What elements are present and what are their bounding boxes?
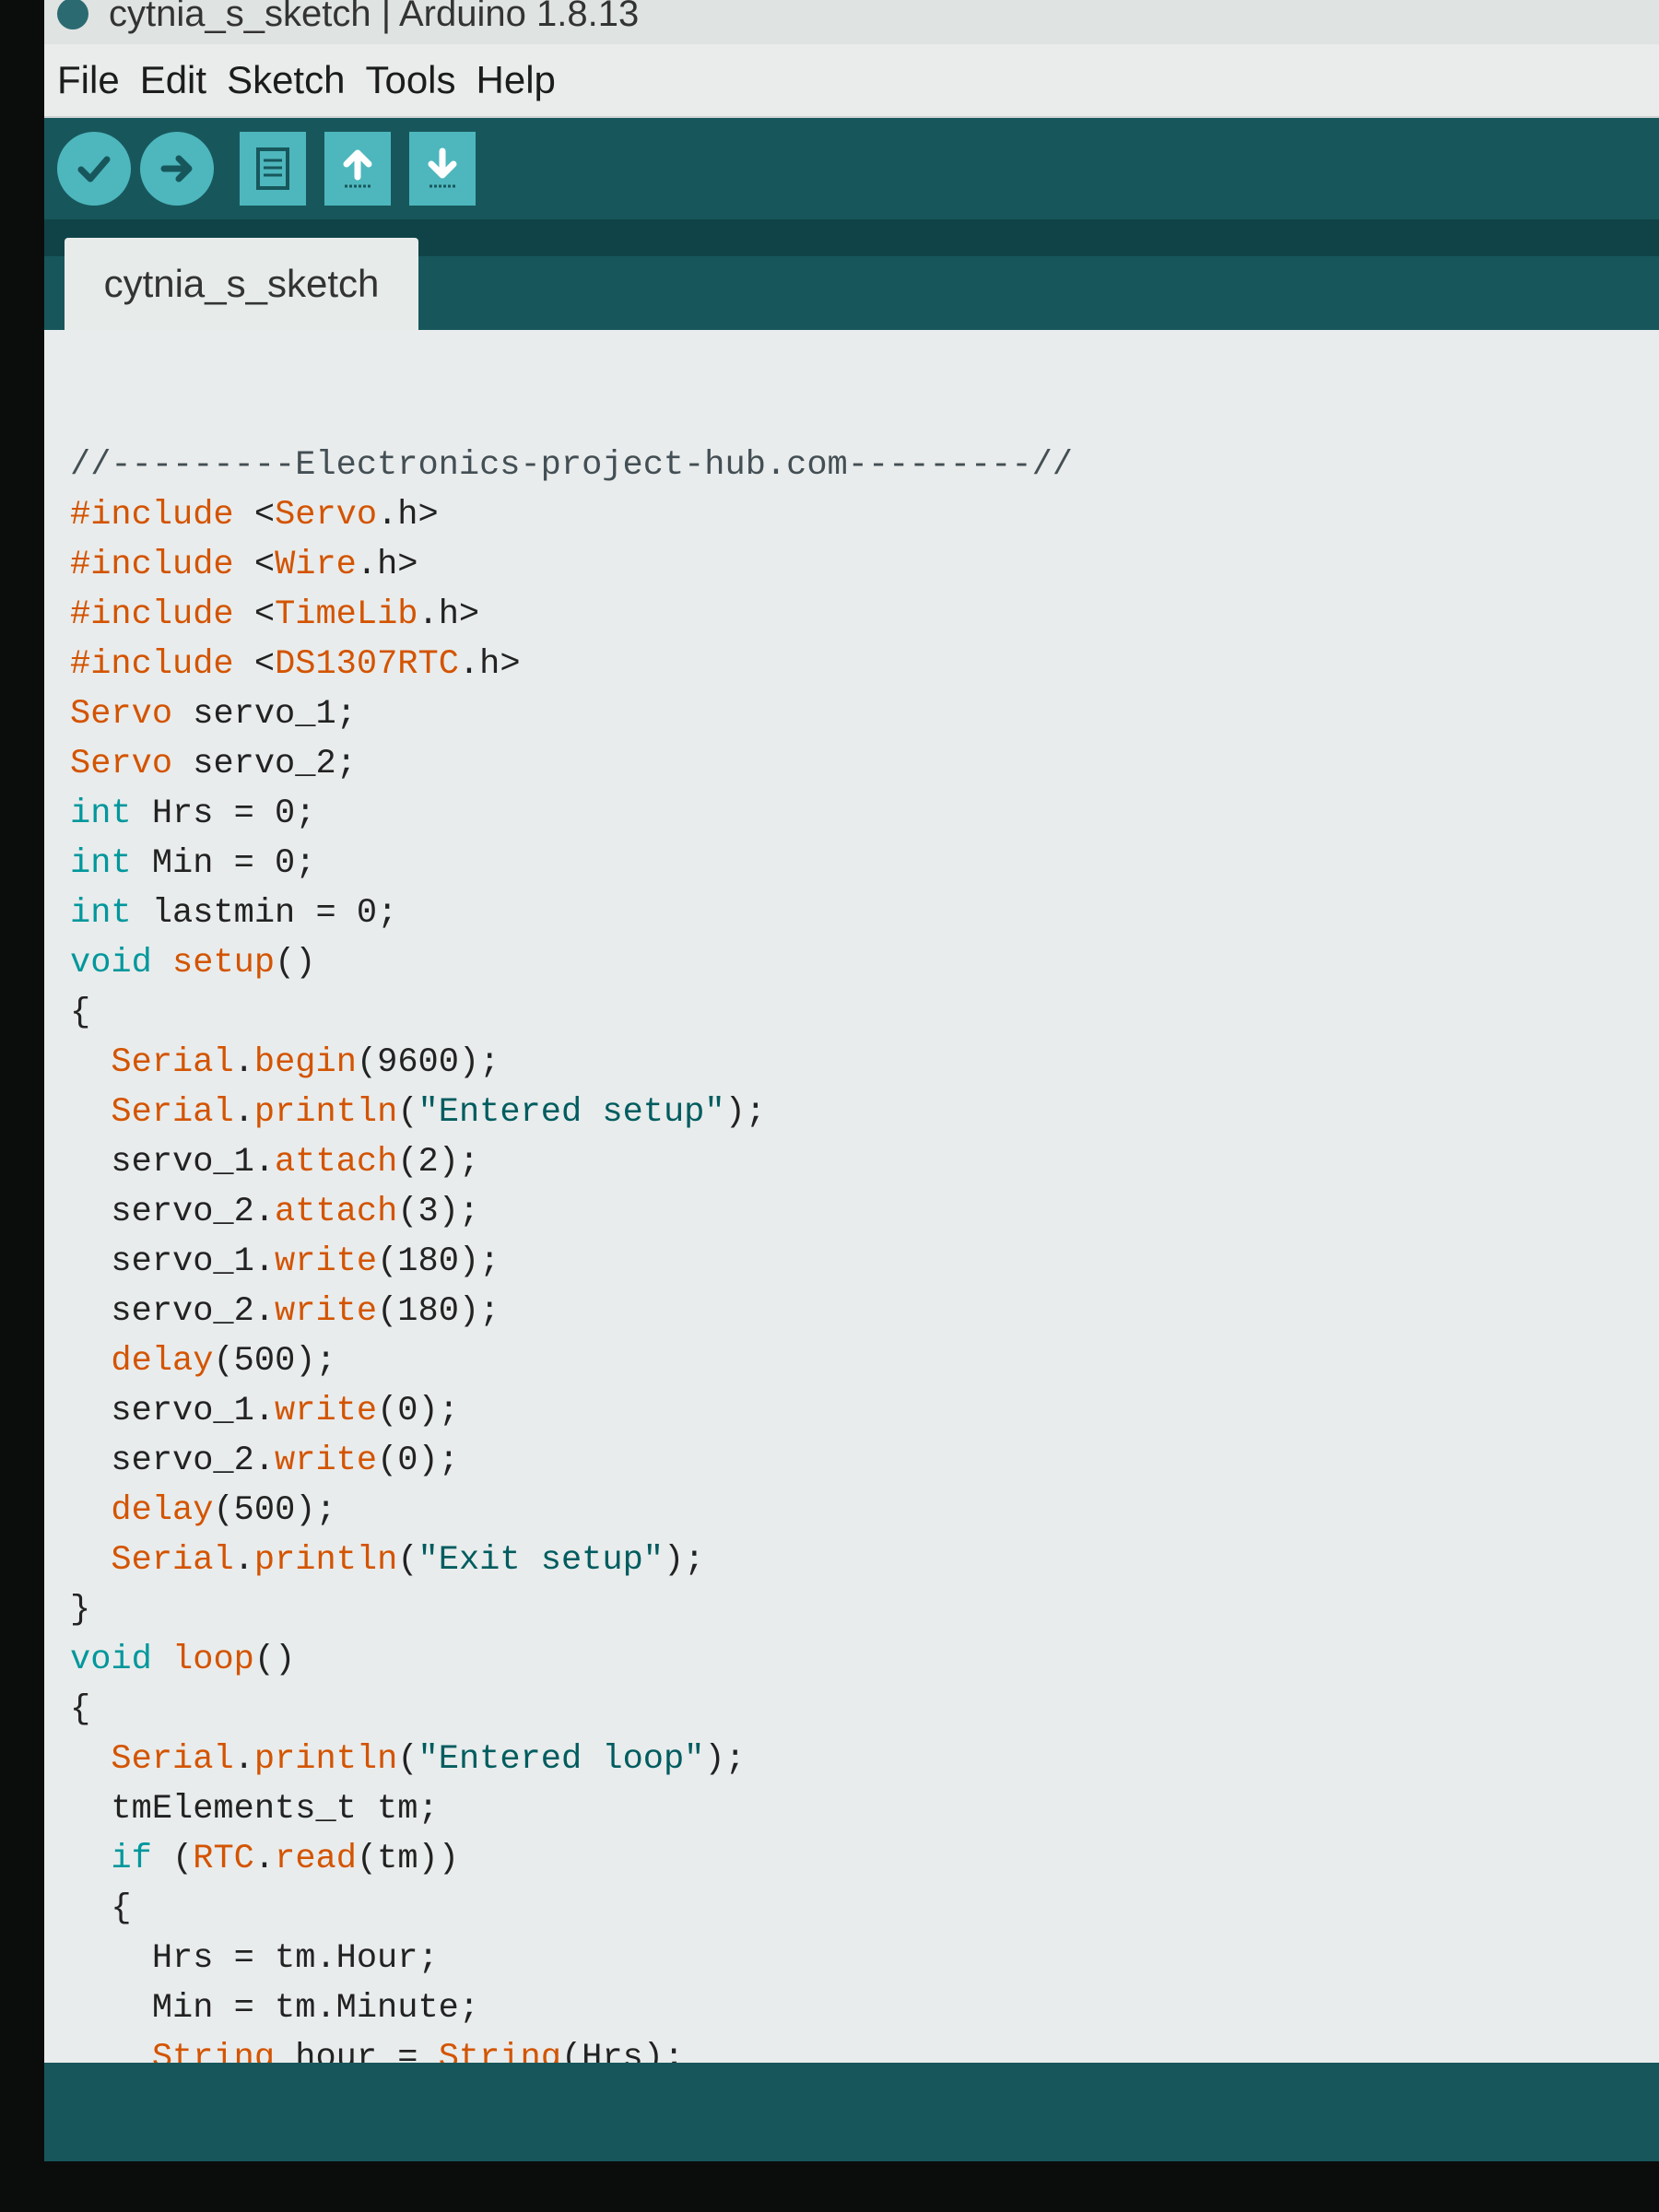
code-line[interactable]: Servo servo_2; — [70, 739, 1073, 789]
menu-file[interactable]: File — [57, 58, 120, 102]
title-bar: cytnia_s_sketch | Arduino 1.8.13 — [44, 0, 1659, 44]
code-line[interactable]: Serial.println("Entered setup"); — [70, 1088, 1073, 1137]
code-line[interactable]: Serial.begin(9600); — [70, 1038, 1073, 1088]
code-line[interactable]: { — [70, 1685, 1073, 1735]
arduino-ide-window: cytnia_s_sketch | Arduino 1.8.13 File Ed… — [44, 0, 1659, 2161]
code-line[interactable]: servo_2.write(180); — [70, 1287, 1073, 1336]
menu-tools[interactable]: Tools — [365, 58, 455, 102]
code-line[interactable]: int Hrs = 0; — [70, 789, 1073, 839]
code-line[interactable]: delay(500); — [70, 1336, 1073, 1386]
toolbar — [44, 118, 1659, 219]
code-line[interactable]: Min = tm.Minute; — [70, 1983, 1073, 2033]
console-area — [44, 2063, 1659, 2161]
code-line[interactable]: void setup() — [70, 938, 1073, 988]
window-title: cytnia_s_sketch | Arduino 1.8.13 — [109, 0, 640, 34]
code-line[interactable]: servo_1.write(180); — [70, 1237, 1073, 1287]
new-file-icon — [256, 147, 289, 190]
code-line[interactable]: } — [70, 1585, 1073, 1635]
code-line[interactable]: { — [70, 1884, 1073, 1934]
code-line[interactable]: #include <Wire.h> — [70, 540, 1073, 590]
code-line[interactable]: Servo servo_1; — [70, 689, 1073, 739]
code-line[interactable]: if (RTC.read(tm)) — [70, 1834, 1073, 1884]
verify-button[interactable] — [57, 132, 131, 206]
code-line[interactable]: servo_2.write(0); — [70, 1436, 1073, 1486]
code-line[interactable]: servo_1.attach(2); — [70, 1137, 1073, 1187]
menu-edit[interactable]: Edit — [140, 58, 206, 102]
code-line[interactable]: delay(500); — [70, 1486, 1073, 1535]
new-button[interactable] — [240, 132, 306, 206]
open-button[interactable] — [324, 132, 391, 206]
menu-sketch[interactable]: Sketch — [227, 58, 345, 102]
code-line[interactable]: #include <DS1307RTC.h> — [70, 640, 1073, 689]
code-line[interactable]: #include <Servo.h> — [70, 490, 1073, 540]
arrow-right-icon — [160, 155, 193, 182]
arrow-down-icon — [428, 147, 457, 188]
tab-sketch[interactable]: cytnia_s_sketch — [65, 238, 418, 330]
code-line[interactable]: servo_1.write(0); — [70, 1386, 1073, 1436]
code-line[interactable]: #include <TimeLib.h> — [70, 590, 1073, 640]
code-line[interactable]: Serial.println("Exit setup"); — [70, 1535, 1073, 1585]
code-line[interactable]: int Min = 0; — [70, 839, 1073, 888]
code-editor[interactable]: //---------Electronics-project-hub.com--… — [44, 330, 1659, 2077]
code-line[interactable]: int lastmin = 0; — [70, 888, 1073, 938]
code-line[interactable]: void loop() — [70, 1635, 1073, 1685]
code-line[interactable]: { — [70, 988, 1073, 1038]
code-line[interactable]: //---------Electronics-project-hub.com--… — [70, 441, 1073, 490]
checkmark-icon — [77, 156, 111, 182]
upload-button[interactable] — [140, 132, 214, 206]
arduino-logo-icon — [57, 0, 88, 29]
code-line[interactable]: Serial.println("Entered loop"); — [70, 1735, 1073, 1784]
menu-bar: File Edit Sketch Tools Help — [44, 44, 1659, 118]
code-lines: //---------Electronics-project-hub.com--… — [70, 441, 1073, 2083]
menu-help[interactable]: Help — [477, 58, 556, 102]
code-line[interactable]: Hrs = tm.Hour; — [70, 1934, 1073, 1983]
save-button[interactable] — [409, 132, 476, 206]
tab-label: cytnia_s_sketch — [103, 262, 380, 305]
arrow-up-icon — [343, 149, 372, 188]
code-line[interactable]: tmElements_t tm; — [70, 1784, 1073, 1834]
tab-bar: cytnia_s_sketch — [44, 219, 1659, 330]
code-line[interactable]: servo_2.attach(3); — [70, 1187, 1073, 1237]
